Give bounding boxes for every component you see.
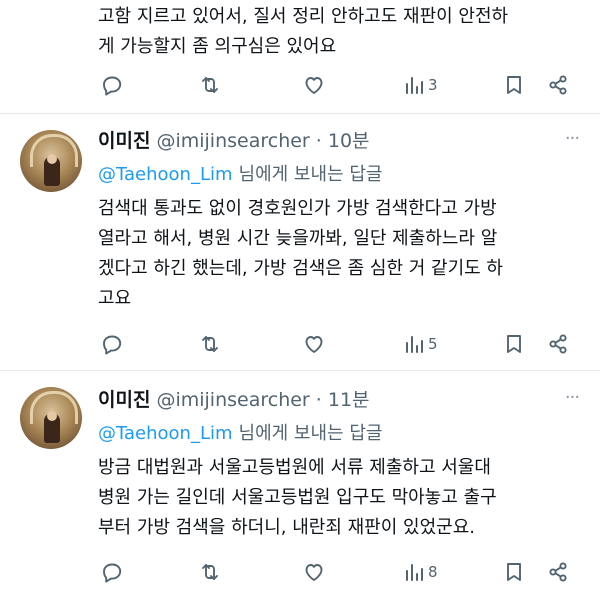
- retweet-icon: [202, 77, 218, 93]
- tweet-text-line: 겠다고 하긴 했는데, 가방 검색은 좀 심한 거 같기도 하: [98, 258, 503, 279]
- like-icon: [305, 336, 323, 353]
- reply-label: 님에게 보내는 답글: [238, 423, 383, 444]
- reply-icon: [103, 76, 122, 96]
- share-button[interactable]: [546, 331, 570, 357]
- tweet-actions: 5: [0, 331, 600, 357]
- like-button[interactable]: [302, 331, 326, 357]
- retweet-icon: [202, 336, 218, 352]
- bookmark-icon: [507, 563, 521, 581]
- timeline-feed: 고함 지르고 있어서, 질서 정리 안하고도 재판이 안전하 게 가능할지 좀 …: [0, 0, 600, 600]
- reply-context: @Taehoon_Lim 님에게 보내는 답글: [98, 419, 382, 445]
- tweet-header: 이미진 @imijinsearcher · 10분: [98, 126, 370, 153]
- tweet-text-line: 방금 대법원과 서울고등법원에 서류 제출하고 서울대: [98, 457, 491, 478]
- views-icon: [406, 77, 423, 94]
- bookmark-icon: [507, 335, 521, 353]
- more-icon[interactable]: ···: [562, 130, 582, 152]
- handle-and-time[interactable]: @imijinsearcher · 10분: [156, 130, 369, 152]
- tweet-text-line: 검색대 통과도 없이 경호원인가 가방 검색한다고 가방: [98, 198, 497, 219]
- views-icon: [406, 336, 423, 353]
- views-count: 3: [428, 76, 438, 94]
- like-button[interactable]: [302, 72, 326, 98]
- share-button[interactable]: [546, 72, 570, 98]
- reply-button[interactable]: [100, 331, 124, 357]
- reply-icon: [103, 563, 122, 583]
- bookmark-button[interactable]: [502, 72, 526, 98]
- reply-context: @Taehoon_Lim 님에게 보내는 답글: [98, 160, 382, 186]
- bookmark-button[interactable]: [502, 331, 526, 357]
- bookmark-icon: [507, 76, 521, 94]
- avatar[interactable]: [20, 387, 82, 449]
- share-icon: [549, 562, 567, 582]
- tweet-actions: 3: [0, 72, 600, 98]
- tweet[interactable]: 이미진 @imijinsearcher · 11분 ··· @Taehoon_Li…: [0, 371, 600, 600]
- like-button[interactable]: [302, 559, 326, 585]
- reply-icon: [103, 335, 122, 355]
- tweet-text-line: 열라고 해서, 병원 시간 늦을까봐, 일단 제출하느라 알: [98, 228, 498, 249]
- retweet-button[interactable]: [198, 559, 222, 585]
- tweet-text: 방금 대법원과 서울고등법원에 서류 제출하고 서울대 병원 가는 길인데 서울…: [98, 453, 578, 543]
- views-count: 8: [428, 563, 438, 581]
- bookmark-button[interactable]: [502, 559, 526, 585]
- tweet-text-line: 부터 가방 검색을 하더니, 내란죄 재판이 있었군요.: [98, 517, 475, 538]
- tweet-text: 고함 지르고 있어서, 질서 정리 안하고도 재판이 안전하 게 가능할지 좀 …: [98, 2, 578, 62]
- like-icon: [305, 564, 323, 581]
- avatar[interactable]: [20, 130, 82, 192]
- tweet-text-line: 병원 가는 길인데 서울고등법원 입구도 막아놓고 출구: [98, 487, 497, 508]
- handle-and-time[interactable]: @imijinsearcher · 11분: [156, 389, 369, 411]
- display-name[interactable]: 이미진: [98, 130, 150, 152]
- views-icon: [406, 564, 423, 581]
- more-icon[interactable]: ···: [562, 389, 582, 411]
- tweet-partial[interactable]: 고함 지르고 있어서, 질서 정리 안하고도 재판이 안전하 게 가능할지 좀 …: [0, 0, 600, 112]
- tweet-text-line: 고요: [98, 288, 132, 309]
- tweet-text-line: 고함 지르고 있어서, 질서 정리 안하고도 재판이 안전하: [98, 6, 509, 27]
- reply-button[interactable]: [100, 559, 124, 585]
- tweet[interactable]: 이미진 @imijinsearcher · 10분 ··· @Taehoon_Li…: [0, 114, 600, 370]
- retweet-button[interactable]: [198, 331, 222, 357]
- retweet-button[interactable]: [198, 72, 222, 98]
- display-name[interactable]: 이미진: [98, 389, 150, 411]
- views-count: 5: [428, 335, 438, 353]
- mention-link[interactable]: @Taehoon_Lim: [98, 423, 233, 444]
- share-icon: [549, 334, 567, 354]
- views-button[interactable]: 3: [402, 72, 438, 98]
- reply-label: 님에게 보내는 답글: [238, 164, 383, 185]
- tweet-header: 이미진 @imijinsearcher · 11분: [98, 385, 370, 412]
- reply-button[interactable]: [100, 72, 124, 98]
- views-button[interactable]: 5: [402, 331, 438, 357]
- views-button[interactable]: 8: [402, 559, 438, 585]
- tweet-text: 검색대 통과도 없이 경호원인가 가방 검색한다고 가방 열라고 해서, 병원 …: [98, 194, 578, 314]
- tweet-text-line: 게 가능할지 좀 의구심은 있어요: [98, 36, 337, 57]
- retweet-icon: [202, 564, 218, 580]
- tweet-actions: 8: [0, 559, 600, 585]
- share-icon: [549, 75, 567, 95]
- mention-link[interactable]: @Taehoon_Lim: [98, 164, 233, 185]
- like-icon: [305, 77, 323, 94]
- share-button[interactable]: [546, 559, 570, 585]
